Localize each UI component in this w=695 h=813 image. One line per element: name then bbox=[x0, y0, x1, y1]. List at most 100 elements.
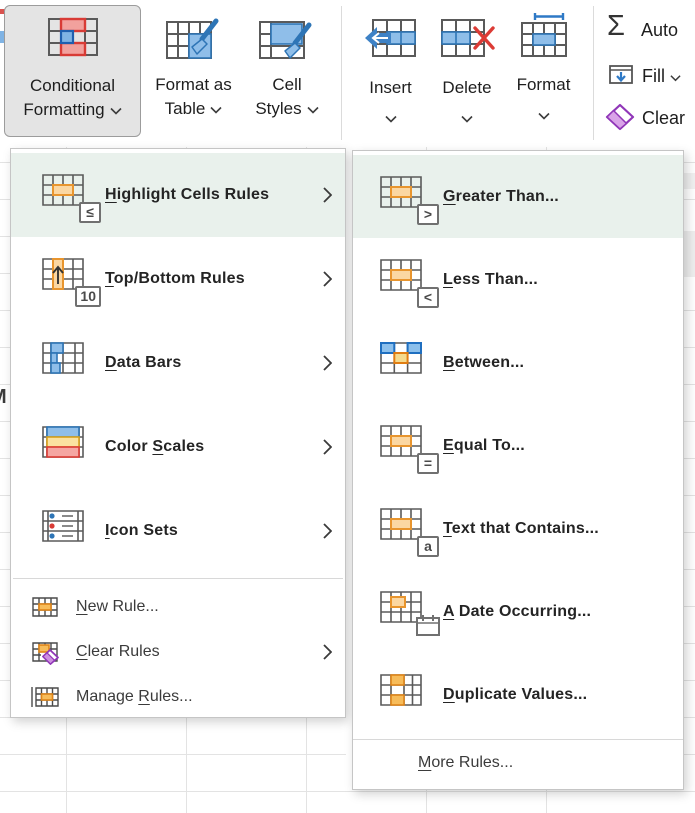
new-rule-icon bbox=[31, 595, 59, 619]
delete-button[interactable]: Delete bbox=[429, 5, 505, 137]
conditional-formatting-menu: ≤ Highlight Cells Rules 10 Top/Bottom Ru… bbox=[10, 148, 346, 718]
conditional-formatting-label-line1: Conditional bbox=[30, 74, 115, 98]
submenu-arrow-icon bbox=[323, 439, 332, 460]
menu-item-manage-rules[interactable]: Manage Rules... bbox=[11, 674, 345, 719]
clear-rules-icon bbox=[31, 640, 59, 664]
insert-button[interactable]: Insert bbox=[351, 5, 430, 137]
menu-item-label: Clear Rules bbox=[76, 643, 160, 661]
conditional-formatting-button[interactable]: Conditional Formatting bbox=[4, 5, 141, 137]
top-bottom-rules-icon: 10 bbox=[41, 257, 95, 301]
submenu-item-text-that-contains[interactable]: a Text that Contains... bbox=[353, 487, 683, 570]
insert-label: Insert bbox=[369, 76, 412, 100]
chevron-down-icon bbox=[385, 110, 397, 128]
sigma-icon: Σ bbox=[607, 10, 625, 43]
menu-item-clear-rules[interactable]: Clear Rules bbox=[11, 629, 345, 674]
ribbon-divider bbox=[341, 6, 342, 140]
format-as-table-icon bbox=[165, 14, 223, 69]
submenu-item-greater-than[interactable]: > Greater Than... bbox=[353, 155, 683, 238]
submenu-item-more-rules[interactable]: More Rules... bbox=[353, 740, 683, 786]
submenu-item-between[interactable]: Between... bbox=[353, 321, 683, 404]
chevron-down-icon bbox=[538, 107, 550, 125]
format-as-table-label-line1: Format as bbox=[155, 73, 232, 97]
duplicate-values-icon bbox=[379, 673, 433, 717]
submenu-item-equal-to[interactable]: = Equal To... bbox=[353, 404, 683, 487]
equal-to-icon: = bbox=[379, 424, 433, 468]
equals-badge: = bbox=[417, 453, 439, 474]
delete-cells-icon bbox=[439, 17, 495, 64]
menu-item-label: Color Scales bbox=[105, 438, 204, 456]
data-bars-icon bbox=[41, 341, 95, 385]
submenu-item-label: A Date Occurring... bbox=[443, 603, 591, 621]
eraser-icon bbox=[604, 102, 636, 137]
chevron-down-icon bbox=[210, 99, 222, 118]
conditional-formatting-label-line2: Formatting bbox=[23, 100, 104, 119]
submenu-item-label: More Rules... bbox=[418, 754, 513, 772]
format-as-table-button[interactable]: Format as Table bbox=[146, 5, 241, 137]
excel-window: M Conditional Formatting bbox=[0, 0, 695, 813]
worksheet-shaded-cell bbox=[684, 173, 695, 189]
color-scales-icon bbox=[41, 425, 95, 469]
greater-than-badge: > bbox=[417, 204, 439, 225]
submenu-arrow-icon bbox=[323, 355, 332, 376]
submenu-arrow-icon bbox=[323, 187, 332, 208]
icon-sets-icon bbox=[41, 509, 95, 553]
menu-item-label: Manage Rules... bbox=[76, 688, 193, 706]
between-icon bbox=[379, 341, 433, 385]
letter-a-badge: a bbox=[417, 536, 439, 557]
submenu-item-a-date-occurring[interactable]: A Date Occurring... bbox=[353, 570, 683, 653]
less-equal-badge: ≤ bbox=[79, 202, 101, 223]
chevron-down-icon bbox=[670, 66, 681, 86]
ribbon: Conditional Formatting Format as Table bbox=[0, 0, 695, 147]
date-occurring-icon bbox=[379, 590, 433, 634]
submenu-arrow-icon bbox=[323, 523, 332, 544]
ribbon-divider bbox=[593, 6, 594, 140]
submenu-arrow-icon bbox=[323, 644, 332, 665]
insert-cells-icon bbox=[364, 17, 418, 64]
text-contains-icon: a bbox=[379, 507, 433, 551]
menu-separator bbox=[13, 578, 343, 579]
format-button[interactable]: Format bbox=[504, 5, 583, 137]
menu-item-label: Top/Bottom Rules bbox=[105, 270, 245, 288]
less-than-badge: < bbox=[417, 287, 439, 308]
fill-label: Fill bbox=[642, 66, 665, 86]
menu-item-label: Highlight Cells Rules bbox=[105, 186, 269, 204]
ten-badge: 10 bbox=[75, 286, 101, 307]
chevron-down-icon bbox=[110, 100, 122, 119]
chevron-down-icon bbox=[307, 99, 319, 118]
worksheet-cell-text-clipped: M bbox=[0, 386, 7, 409]
menu-item-label: Data Bars bbox=[105, 354, 182, 372]
highlight-cells-rules-icon: ≤ bbox=[41, 173, 95, 217]
submenu-item-less-than[interactable]: < Less Than... bbox=[353, 238, 683, 321]
submenu-item-label: Greater Than... bbox=[443, 188, 559, 206]
menu-item-label: New Rule... bbox=[76, 598, 159, 616]
menu-item-data-bars[interactable]: Data Bars bbox=[11, 321, 345, 405]
cell-styles-button[interactable]: Cell Styles bbox=[243, 5, 331, 137]
worksheet-shaded-cell bbox=[684, 231, 695, 277]
menu-item-icon-sets[interactable]: Icon Sets bbox=[11, 489, 345, 573]
menu-item-top-bottom-rules[interactable]: 10 Top/Bottom Rules bbox=[11, 237, 345, 321]
submenu-item-label: Less Than... bbox=[443, 271, 538, 289]
format-label: Format bbox=[517, 73, 571, 97]
submenu-item-label: Between... bbox=[443, 354, 524, 372]
menu-item-color-scales[interactable]: Color Scales bbox=[11, 405, 345, 489]
chevron-down-icon bbox=[461, 110, 473, 128]
format-as-table-label-line2: Table bbox=[165, 99, 206, 118]
menu-item-new-rule[interactable]: New Rule... bbox=[11, 584, 345, 629]
menu-item-highlight-cells-rules[interactable]: ≤ Highlight Cells Rules bbox=[11, 153, 345, 237]
cell-styles-label-line1: Cell bbox=[272, 73, 301, 97]
submenu-item-label: Duplicate Values... bbox=[443, 686, 587, 704]
delete-label: Delete bbox=[442, 76, 491, 100]
calendar-badge-icon bbox=[415, 613, 441, 642]
submenu-item-duplicate-values[interactable]: Duplicate Values... bbox=[353, 653, 683, 736]
autosum-label: Auto bbox=[641, 20, 678, 41]
manage-rules-icon bbox=[31, 685, 59, 709]
cell-styles-icon bbox=[258, 14, 316, 69]
highlight-cells-rules-submenu: > Greater Than... < Less Than... Between… bbox=[352, 150, 684, 790]
submenu-item-label: Equal To... bbox=[443, 437, 525, 455]
submenu-arrow-icon bbox=[323, 271, 332, 292]
clear-label: Clear bbox=[642, 108, 685, 129]
submenu-item-label: Text that Contains... bbox=[443, 520, 599, 538]
format-cells-icon bbox=[519, 11, 569, 64]
menu-item-label: Icon Sets bbox=[105, 522, 178, 540]
less-than-icon: < bbox=[379, 258, 433, 302]
